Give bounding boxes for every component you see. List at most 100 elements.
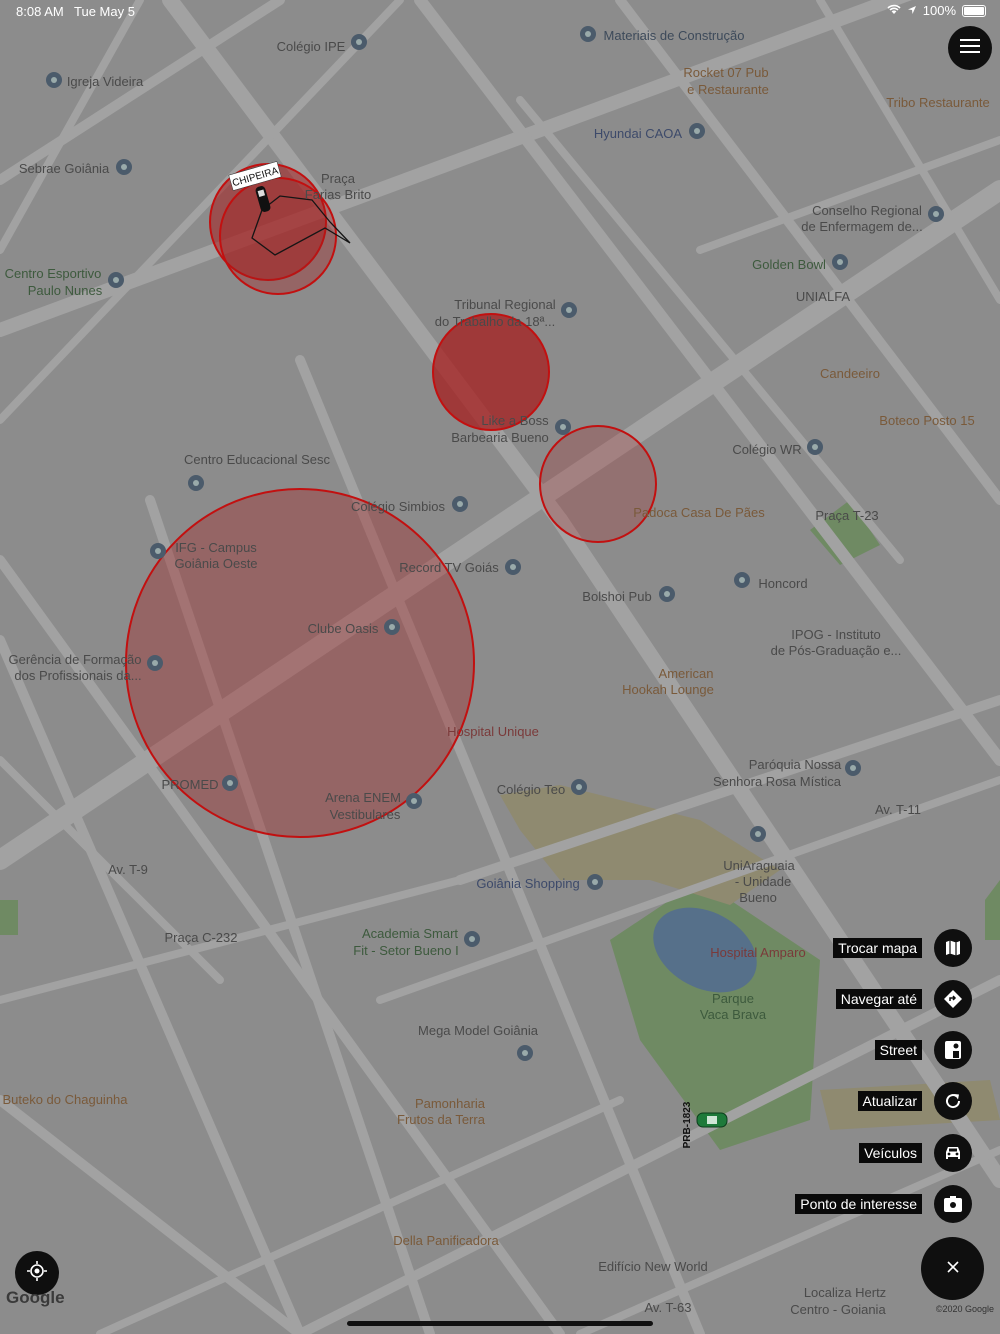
map-label[interactable]: Paróquia Nossa	[749, 757, 842, 772]
poi-pin-icon[interactable]	[561, 302, 577, 318]
map-label[interactable]: Honcord	[758, 576, 807, 591]
poi-pin-icon[interactable]	[580, 26, 596, 42]
map-label[interactable]: Padoca Casa De Pães	[633, 505, 765, 520]
map-label[interactable]: Hyundai CAOA	[594, 126, 682, 141]
map-label[interactable]: Tribo Restaurante	[886, 95, 990, 110]
home-indicator[interactable]	[347, 1321, 653, 1326]
poi-pin-icon[interactable]	[150, 543, 166, 559]
map-label[interactable]: Colégio WR	[732, 442, 801, 457]
poi-pin-icon[interactable]	[659, 586, 675, 602]
map-label[interactable]: American	[659, 666, 714, 681]
map-label[interactable]: Av. T-63	[645, 1300, 692, 1315]
fab-item-refresh[interactable]: Atualizar	[857, 1082, 972, 1120]
poi-icon[interactable]	[934, 1185, 972, 1223]
poi-pin-icon[interactable]	[734, 572, 750, 588]
poi-pin-icon[interactable]	[928, 206, 944, 222]
map-label[interactable]: Edifício New World	[598, 1259, 708, 1274]
fab-item-car[interactable]: Veículos	[859, 1134, 972, 1172]
poi-pin-icon[interactable]	[384, 619, 400, 635]
map-label[interactable]: IFG - Campus	[175, 540, 257, 555]
map-label[interactable]: IPOG - Instituto	[791, 627, 881, 642]
map-label[interactable]: Pamonharia	[415, 1096, 486, 1111]
map-label[interactable]: Praça	[321, 171, 356, 186]
map-label[interactable]: Tribunal Regional	[454, 297, 556, 312]
map-label[interactable]: - Unidade	[735, 874, 791, 889]
map-label[interactable]: Colégio IPE	[277, 39, 346, 54]
poi-pin-icon[interactable]	[116, 159, 132, 175]
map-label[interactable]: Della Panificadora	[393, 1233, 499, 1248]
poi-pin-icon[interactable]	[832, 254, 848, 270]
map-label[interactable]: Fit - Setor Bueno I	[353, 943, 459, 958]
poi-pin-icon[interactable]	[222, 775, 238, 791]
poi-pin-icon[interactable]	[571, 779, 587, 795]
map-label[interactable]: Igreja Videira	[67, 74, 144, 89]
map-label[interactable]: Academia Smart	[362, 926, 458, 941]
map-label[interactable]: e Restaurante	[687, 82, 769, 97]
map-label[interactable]: Barbearia Bueno	[451, 430, 549, 445]
map-label[interactable]: Paulo Nunes	[28, 283, 103, 298]
map-label[interactable]: Centro Esportivo	[5, 266, 102, 281]
poi-pin-icon[interactable]	[689, 123, 705, 139]
poi-pin-icon[interactable]	[464, 931, 480, 947]
poi-pin-icon[interactable]	[750, 826, 766, 842]
map-label[interactable]: Goiânia Oeste	[174, 556, 257, 571]
map-label[interactable]: Hospital Amparo	[710, 945, 805, 960]
map-label[interactable]: Gerência de Formação	[9, 652, 142, 667]
map-label[interactable]: Record TV Goiás	[399, 560, 499, 575]
fab-item-poi[interactable]: Ponto de interesse	[795, 1185, 972, 1223]
street-view-icon[interactable]	[934, 1031, 972, 1069]
map-label[interactable]: de Pós-Graduação e...	[771, 643, 902, 658]
map-label[interactable]: Boteco Posto 15	[879, 413, 974, 428]
map-label[interactable]: Like a Boss	[481, 413, 549, 428]
map-label[interactable]: Hookah Lounge	[622, 682, 714, 697]
poi-pin-icon[interactable]	[587, 874, 603, 890]
close-button[interactable]	[921, 1237, 984, 1300]
map-label[interactable]: dos Profissionais da...	[14, 668, 141, 683]
map-label[interactable]: Bueno	[739, 890, 777, 905]
fab-label[interactable]: Veículos	[859, 1143, 922, 1163]
fab-item-street-view[interactable]: Street	[874, 1031, 972, 1069]
map-label[interactable]: Centro Educacional Sesc	[184, 452, 330, 467]
map-label[interactable]: UNIALFA	[796, 289, 851, 304]
map-label[interactable]: Sebrae Goiânia	[19, 161, 110, 176]
poi-pin-icon[interactable]	[188, 475, 204, 491]
fab-label[interactable]: Ponto de interesse	[795, 1194, 922, 1214]
fab-item-map[interactable]: Trocar mapa	[833, 929, 972, 967]
map-label[interactable]: Materiais de Construção	[604, 28, 745, 43]
car-icon[interactable]	[934, 1134, 972, 1172]
fab-label[interactable]: Trocar mapa	[833, 938, 922, 958]
map-label[interactable]: Goiânia Shopping	[476, 876, 579, 891]
map-label[interactable]: Hospital Unique	[447, 724, 539, 739]
refresh-icon[interactable]	[934, 1082, 972, 1120]
poi-pin-icon[interactable]	[46, 72, 62, 88]
poi-pin-icon[interactable]	[406, 793, 422, 809]
map-label[interactable]: Clube Oasis	[308, 621, 379, 636]
map-label[interactable]: Vestibulares	[330, 807, 401, 822]
map-label[interactable]: Mega Model Goiânia	[418, 1023, 539, 1038]
map-label[interactable]: Av. T-11	[875, 802, 921, 817]
fab-label[interactable]: Navegar até	[835, 989, 922, 1009]
poi-pin-icon[interactable]	[351, 34, 367, 50]
map-label[interactable]: Buteko do Chaguinha	[2, 1092, 128, 1107]
map-label[interactable]: Praça T-23	[815, 508, 878, 523]
map-label[interactable]: Senhora Rosa Mística	[713, 774, 842, 789]
map-label[interactable]: Vaca Brava	[700, 1007, 767, 1022]
map-label[interactable]: Farias Brito	[305, 187, 371, 202]
map-label[interactable]: do Trabalho da 18ª...	[435, 314, 555, 329]
map-label[interactable]: PROMED	[161, 777, 218, 792]
poi-pin-icon[interactable]	[807, 439, 823, 455]
poi-pin-icon[interactable]	[845, 760, 861, 776]
map-label[interactable]: Candeeiro	[820, 366, 880, 381]
map-label[interactable]: Conselho Regional	[812, 203, 922, 218]
map-label[interactable]: Centro - Goiania	[790, 1302, 886, 1317]
map-view[interactable]: Colégio IPE Materiais de Construção Rocket…	[0, 0, 1000, 1334]
map-label[interactable]: de Enfermagem de...	[801, 219, 922, 234]
poi-pin-icon[interactable]	[108, 272, 124, 288]
fab-label[interactable]: Street	[874, 1040, 922, 1060]
directions-icon[interactable]	[934, 980, 972, 1018]
map-icon[interactable]	[934, 929, 972, 967]
poi-pin-icon[interactable]	[505, 559, 521, 575]
map-label[interactable]: Bolshoi Pub	[582, 589, 651, 604]
map-label[interactable]: Golden Bowl	[752, 257, 826, 272]
map-label[interactable]: Praça C-232	[165, 930, 238, 945]
